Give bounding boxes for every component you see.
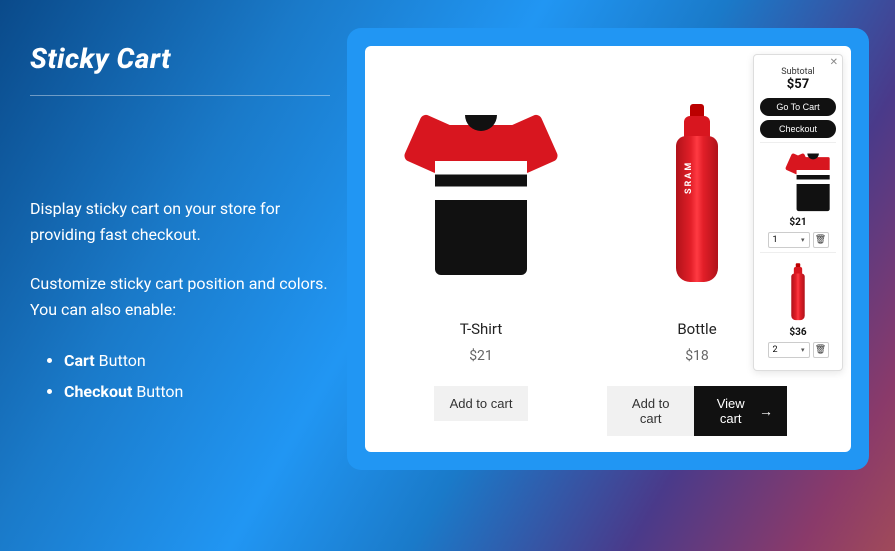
quantity-value: 2 — [773, 345, 778, 355]
sticky-cart-panel: ✕ Subtotal $57 Go To Cart Checkout $21 1… — [753, 54, 843, 371]
checkout-button[interactable]: Checkout — [760, 120, 836, 138]
feature-item: Checkout Button — [64, 377, 330, 407]
quantity-stepper[interactable]: 2 ▾ — [768, 342, 810, 358]
cart-item-price: $36 — [760, 327, 836, 338]
cart-item: $36 2 ▾ 🗑 — [760, 252, 836, 362]
product-price: $21 — [391, 348, 571, 364]
go-to-cart-button[interactable]: Go To Cart — [760, 98, 836, 116]
product-grid: T-Shirt $21 Add to cart SRAM Bottle $18 … — [391, 84, 787, 436]
delete-item-button[interactable]: 🗑 — [813, 232, 829, 248]
product-image — [391, 84, 571, 304]
feature-item: Cart Button — [64, 346, 330, 376]
marketing-panel: Sticky Cart Display sticky cart on your … — [30, 42, 330, 407]
bottle-icon: SRAM — [672, 104, 722, 284]
trash-icon: 🗑 — [815, 345, 826, 355]
quantity-stepper[interactable]: 1 ▾ — [768, 232, 810, 248]
add-to-cart-button[interactable]: Add to cart — [607, 386, 694, 436]
feature-list: Cart Button Checkout Button — [30, 346, 330, 407]
subtotal-value: $57 — [760, 77, 836, 92]
page-title: Sticky Cart — [30, 42, 330, 96]
delete-item-button[interactable]: 🗑 — [813, 342, 829, 358]
tshirt-icon — [788, 151, 808, 212]
close-icon[interactable]: ✕ — [830, 57, 838, 68]
chevron-down-icon: ▾ — [801, 236, 805, 244]
view-cart-button[interactable]: View cart → — [694, 386, 787, 436]
product-name: T-Shirt — [391, 320, 571, 338]
cart-item: $21 1 ▾ 🗑 — [760, 142, 836, 252]
chevron-down-icon: ▾ — [801, 346, 805, 354]
cart-item-thumb — [770, 261, 826, 323]
description-2: Customize sticky cart position and color… — [30, 271, 330, 322]
arrow-right-icon: → — [759, 403, 773, 419]
add-to-cart-button[interactable]: Add to cart — [434, 386, 529, 421]
preview-browser: T-Shirt $21 Add to cart SRAM Bottle $18 … — [347, 28, 869, 470]
preview-viewport: T-Shirt $21 Add to cart SRAM Bottle $18 … — [365, 46, 851, 452]
quantity-value: 1 — [773, 235, 778, 245]
tshirt-icon — [411, 109, 551, 279]
subtotal-label: Subtotal — [760, 67, 836, 77]
view-cart-label: View cart — [708, 396, 753, 426]
cart-item-thumb — [770, 151, 826, 213]
product-card-tshirt: T-Shirt $21 Add to cart — [391, 84, 571, 436]
cart-item-price: $21 — [760, 217, 836, 228]
description-1: Display sticky cart on your store for pr… — [30, 196, 330, 247]
bottle-icon — [790, 263, 806, 321]
trash-icon: 🗑 — [815, 235, 826, 245]
